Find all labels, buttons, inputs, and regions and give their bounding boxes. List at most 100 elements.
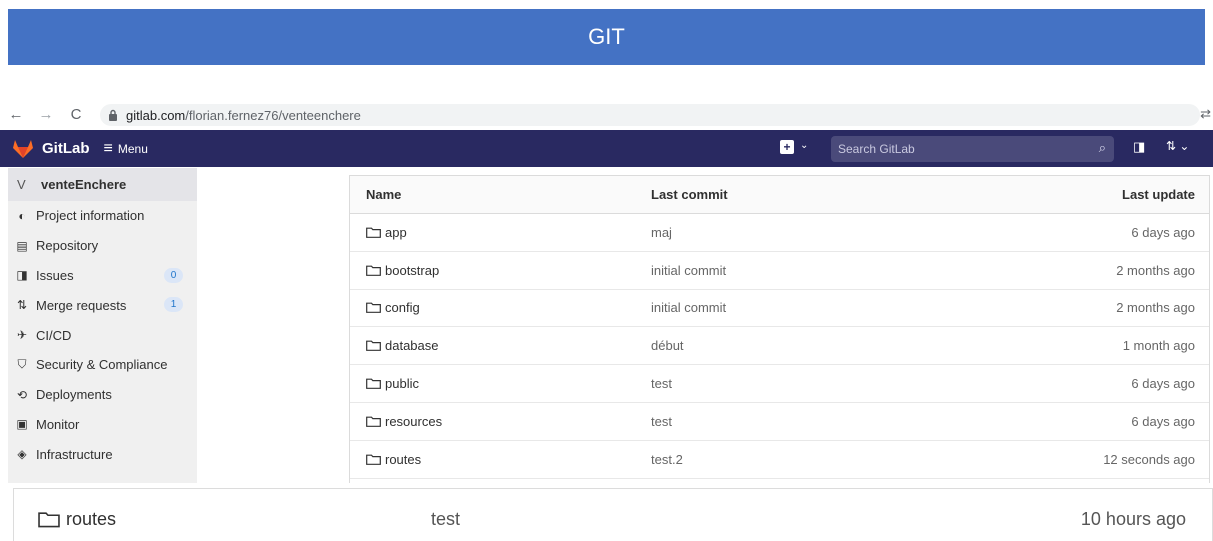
zoomed-table-row: routes test 10 hours ago [13, 488, 1213, 541]
brand-name[interactable]: GitLab [42, 140, 90, 157]
back-icon[interactable]: ← [6, 106, 26, 123]
project-name: venteEnchere [41, 177, 127, 192]
commit-message[interactable]: début [651, 338, 684, 353]
table-row[interactable]: config initial commit 2 months ago [350, 290, 1209, 328]
folder-icon [366, 227, 381, 238]
table-row[interactable]: bootstrap initial commit 2 months ago [350, 252, 1209, 290]
gitlab-top-bar: GitLab ≡ Menu + ⌄ Search GitLab ⌕ ◨ ⇅ ⌄ [0, 130, 1213, 167]
last-update: 10 hours ago [1080, 509, 1186, 529]
gitlab-logo-icon[interactable] [12, 139, 34, 159]
commit-message[interactable]: initial commit [651, 263, 726, 278]
folder-icon [366, 340, 381, 352]
folder-icon [38, 512, 60, 528]
sidebar-item-infrastructure[interactable]: ◈ Infrastructure [8, 439, 197, 469]
sidebar-item-label: CI/CD [36, 327, 72, 343]
folder-link[interactable]: config [366, 300, 420, 315]
sidebar-item-label: Issues [36, 267, 74, 283]
folder-name: public [385, 376, 419, 392]
column-header-name: Name [366, 187, 402, 202]
url-host: gitlab.com [126, 107, 186, 123]
monitor-icon: ▣ [16, 417, 28, 432]
sidebar-item-repository[interactable]: ▤ Repository [8, 231, 197, 261]
url-path: /florian.fernez76/venteenchere [185, 107, 361, 123]
last-update: 6 days ago [1131, 376, 1195, 392]
search-icon: ⌕ [1098, 140, 1106, 155]
sidebar-project-header[interactable]: V venteEnchere [8, 168, 197, 201]
folder-icon [366, 265, 381, 276]
sidebar-item-label: Infrastructure [36, 446, 113, 462]
sidebar-item-label: Merge requests [36, 297, 127, 313]
sidebar-item-label: Project information [36, 208, 145, 224]
search-input[interactable]: Search GitLab ⌕ [831, 136, 1114, 162]
sidebar-item-security[interactable]: ⛉ Security & Compliance [8, 350, 197, 380]
folder-icon [366, 303, 381, 314]
folder-name: resources [385, 413, 443, 429]
sidebar-item-monitor[interactable]: ▣ Monitor [8, 410, 197, 440]
url-field[interactable]: gitlab.com/florian.fernez76/venteenchere [100, 104, 1200, 126]
folder-link[interactable]: bootstrap [366, 263, 439, 278]
commit-message[interactable]: test.2 [651, 452, 683, 467]
search-placeholder: Search GitLab [838, 142, 915, 156]
new-item-icon[interactable]: + [780, 140, 794, 154]
chevron-down-icon[interactable]: ⌄ [800, 140, 808, 151]
folder-link[interactable]: app [366, 225, 407, 240]
folder-link[interactable]: routes [38, 509, 116, 530]
banner-title: GIT [588, 24, 625, 49]
document-icon: ▤ [16, 238, 28, 253]
info-icon: ◐ [18, 208, 26, 223]
column-header-last-commit: Last commit [651, 187, 728, 202]
table-row[interactable]: database début 1 month ago [350, 327, 1209, 366]
last-update: 6 days ago [1131, 413, 1195, 429]
commit-message[interactable]: test [431, 509, 460, 530]
browser-address-bar: ← → C gitlab.com/florian.fernez76/ventee… [0, 100, 1213, 130]
sidebar-item-merge-requests[interactable]: ⇅ Merge requests 1 [8, 290, 197, 320]
sidebar-item-deployments[interactable]: ⟲ Deployments [8, 380, 197, 410]
translate-icon[interactable]: ⇄ [1200, 106, 1211, 122]
last-update: 2 months ago [1116, 262, 1195, 278]
folder-icon [366, 416, 381, 427]
commit-message[interactable]: initial commit [651, 300, 726, 315]
issues-icon: ◨ [16, 268, 28, 283]
commit-message[interactable]: maj [651, 225, 672, 240]
last-update: 12 seconds ago [1103, 451, 1195, 467]
sidebar-item-label: Repository [36, 238, 99, 254]
count-badge: 1 [164, 297, 183, 313]
table-row[interactable]: app maj 6 days ago [350, 214, 1209, 252]
avatar: V [17, 177, 26, 192]
folder-icon [366, 378, 381, 389]
column-header-last-update: Last update [1122, 187, 1195, 202]
folder-link[interactable]: database [366, 338, 439, 353]
sidebar-item-project-information[interactable]: ◐ Project information [8, 201, 197, 231]
shield-icon: ⛉ [17, 357, 27, 372]
sidebar-item-label: Security & Compliance [36, 357, 168, 373]
table-row[interactable]: routes test.2 12 seconds ago [350, 441, 1209, 479]
commit-message[interactable]: test [651, 376, 672, 391]
merge-request-icon: ⇅ [16, 298, 28, 313]
folder-name: config [385, 300, 420, 316]
folder-link[interactable]: public [366, 376, 419, 391]
sidebar-item-issues[interactable]: ◨ Issues 0 [8, 261, 197, 291]
infrastructure-icon: ◈ [17, 447, 27, 462]
folder-link[interactable]: resources [366, 414, 442, 429]
table-header: Name Last commit Last update [350, 176, 1209, 214]
folder-name: routes [66, 509, 117, 529]
last-update: 1 month ago [1122, 338, 1195, 354]
rocket-icon: ✈ [16, 328, 28, 343]
merge-request-icon[interactable]: ⇅ ⌄ [1166, 139, 1189, 153]
commit-message[interactable]: test [651, 414, 672, 429]
menu-button[interactable]: ≡ Menu [104, 140, 148, 158]
reload-icon[interactable]: C [66, 106, 86, 123]
forward-icon[interactable]: → [36, 106, 56, 123]
folder-name: bootstrap [385, 262, 440, 278]
issues-icon[interactable]: ◨ [1133, 139, 1145, 155]
count-badge: 0 [164, 267, 183, 283]
table-row[interactable]: public test 6 days ago [350, 365, 1209, 403]
deployments-icon: ⟲ [16, 387, 28, 402]
file-tree-table: Name Last commit Last update app maj 6 d… [349, 175, 1210, 483]
table-row[interactable]: resources test 6 days ago [350, 403, 1209, 441]
last-update: 2 months ago [1116, 300, 1195, 316]
folder-name: database [385, 338, 439, 354]
folder-link[interactable]: routes [366, 452, 421, 467]
sidebar-item-ci-cd[interactable]: ✈ CI/CD [8, 320, 197, 350]
sidebar-item-label: Deployments [36, 387, 112, 403]
